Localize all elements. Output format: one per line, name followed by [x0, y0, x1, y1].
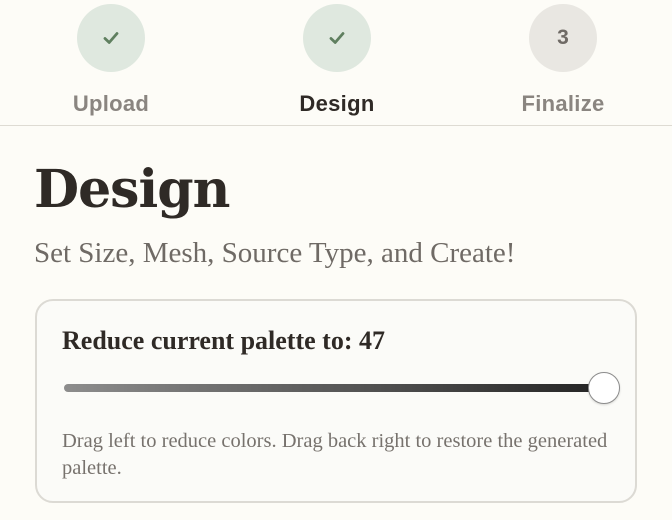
step-number: 3: [557, 26, 569, 49]
palette-reduction-card: Reduce current palette to: 47 Drag left …: [35, 299, 637, 503]
step-design-indicator: [303, 4, 371, 72]
palette-help-text: Drag left to reduce colors. Drag back ri…: [62, 430, 608, 479]
step-design-label: Design: [299, 91, 375, 116]
palette-slider-label: Reduce current palette to: 47: [62, 326, 385, 355]
page-subtitle: Set Size, Mesh, Source Type, and Create!: [34, 237, 516, 269]
step-finalize[interactable]: 3 Finalize: [488, 4, 638, 117]
step-design[interactable]: Design: [262, 4, 412, 117]
step-upload[interactable]: Upload: [36, 4, 186, 117]
step-upload-label: Upload: [72, 91, 150, 116]
page-title: Design: [34, 159, 230, 220]
slider-thumb[interactable]: [588, 372, 620, 404]
step-finalize-label: Finalize: [521, 91, 605, 116]
check-icon: [329, 32, 345, 44]
check-icon: [103, 32, 119, 44]
step-upload-indicator: [77, 4, 145, 72]
palette-size-slider[interactable]: [64, 371, 620, 405]
progress-stepper: Upload Design 3 Finalize: [0, 0, 672, 126]
slider-track[interactable]: [64, 384, 604, 392]
step-finalize-indicator: 3: [529, 4, 597, 72]
